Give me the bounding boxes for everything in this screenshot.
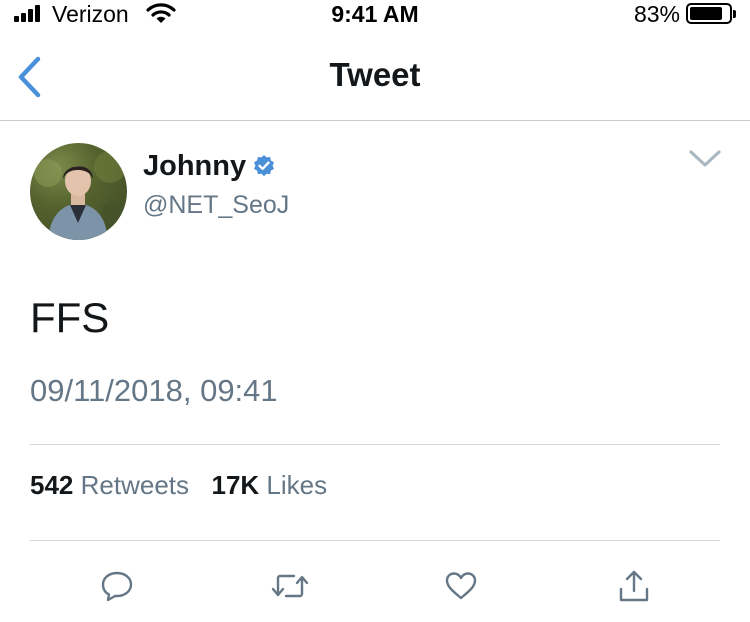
battery-icon (686, 3, 732, 24)
reply-icon (101, 571, 133, 602)
retweet-count: 542 (30, 470, 74, 500)
battery-nub (733, 10, 736, 18)
retweet-button[interactable] (270, 566, 310, 606)
retweet-stat[interactable]: 542 Retweets (30, 470, 196, 500)
timestamp-divider (30, 444, 720, 445)
page-title: Tweet (329, 56, 421, 93)
retweet-icon (271, 574, 309, 598)
tweet-timestamp: 09/11/2018, 09:41 (30, 373, 278, 408)
share-icon (619, 570, 649, 602)
tweet-text: FFS (30, 294, 110, 341)
stats-divider (30, 540, 720, 541)
retweet-label: Retweets (80, 470, 190, 500)
chevron-down-icon (689, 150, 721, 167)
tweet-options-button[interactable] (688, 148, 722, 175)
profile-photo (34, 151, 126, 240)
status-bar: Verizon 9:41 AM 83% (0, 0, 750, 30)
author-display-name[interactable]: Johnny (143, 150, 246, 183)
avatar[interactable] (30, 143, 127, 240)
reply-button[interactable] (97, 566, 137, 606)
like-label: Likes (266, 470, 328, 500)
tweet-stats: 542 Retweets 17K Likes (30, 470, 327, 501)
verified-badge-icon (252, 154, 276, 183)
share-button[interactable] (614, 566, 654, 606)
like-count: 17K (211, 470, 260, 500)
author-handle[interactable]: @NET_SeoJ (143, 191, 289, 220)
battery-percentage: 83% (633, 1, 680, 27)
battery-level-fill (690, 7, 722, 20)
like-button[interactable] (441, 566, 481, 606)
nav-divider (0, 120, 750, 121)
like-heart-icon (445, 572, 477, 600)
like-stat[interactable]: 17K Likes (211, 470, 327, 500)
